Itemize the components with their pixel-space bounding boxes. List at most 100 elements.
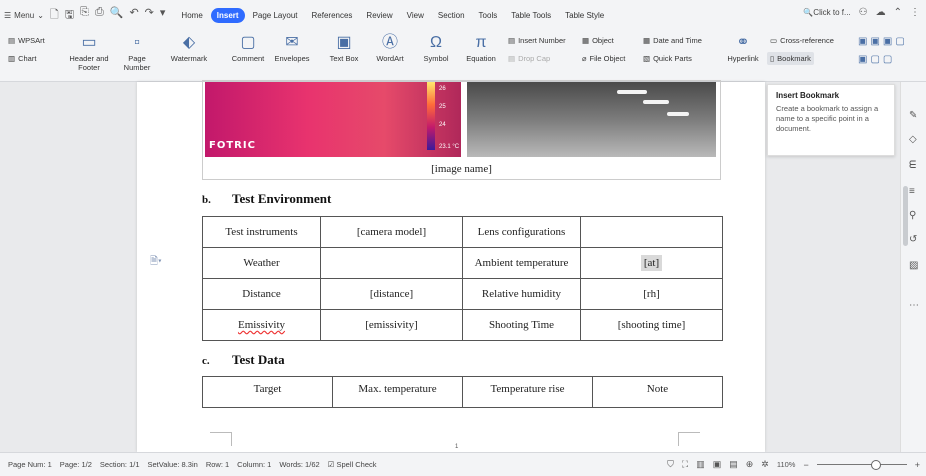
zoom-level[interactable]: 110% — [777, 460, 796, 469]
print-icon[interactable]: ⎙ — [95, 6, 104, 25]
table-cell[interactable] — [580, 216, 723, 248]
envelopes-button[interactable]: ✉ Envelopes — [270, 32, 314, 63]
section-c-title: Test Data — [232, 352, 285, 367]
shape-icon[interactable]: ◇ — [909, 134, 917, 145]
status-row[interactable]: Row: 1 — [206, 460, 229, 469]
cross-reference-button[interactable]: ▭ Cross-reference — [770, 36, 834, 45]
menu-button[interactable]: ☰ Menu ⌄ — [4, 11, 44, 20]
equation-button[interactable]: π Equation — [460, 32, 502, 63]
tab-page-layout[interactable]: Page Layout — [247, 8, 304, 23]
watermark-button[interactable]: ⬖ Watermark — [162, 32, 216, 63]
table-header-cell[interactable]: Note — [592, 376, 723, 408]
table-cell[interactable]: [camera model] — [320, 216, 463, 248]
pen-icon[interactable]: ✎ — [909, 110, 917, 121]
table-header-cell[interactable]: Target — [202, 376, 333, 408]
zoom-slider[interactable] — [816, 460, 907, 470]
more-icon[interactable]: ⋯ — [909, 300, 919, 311]
extra-tools-row-2[interactable]: ▣ ▢ ▢ — [858, 54, 892, 65]
history-icon[interactable]: ↺ — [909, 234, 917, 245]
table-cell[interactable]: Lens configurations — [462, 216, 581, 248]
save-icon[interactable]: 🖫 — [65, 6, 74, 25]
format-painter-icon[interactable]: ⎘ — [80, 6, 89, 25]
protect-icon[interactable]: ⛉ — [667, 459, 674, 470]
page-number-button[interactable]: ▫ Page Number — [118, 32, 156, 72]
cloud-icon[interactable]: ☁ — [876, 7, 886, 18]
table-cell[interactable]: Relative humidity — [462, 278, 581, 310]
search-box[interactable]: 🔍Click to f... — [803, 8, 850, 17]
file-object-button[interactable]: ⌀ File Object — [582, 54, 625, 63]
table-cell[interactable]: [emissivity] — [320, 309, 463, 341]
collapse-ribbon-icon[interactable]: ⌃ — [894, 7, 902, 18]
table-cell[interactable]: Ambient temperature — [462, 247, 581, 279]
customize-dropdown-icon[interactable]: ▾ — [160, 6, 166, 25]
tab-home[interactable]: Home — [175, 8, 208, 23]
read-mode-icon[interactable]: ▥ — [696, 459, 705, 470]
hyperlink-button[interactable]: ⚭ Hyperlink — [724, 32, 762, 63]
focus-mode-icon[interactable]: ⛶ — [682, 459, 688, 470]
share-icon[interactable]: ⚇ — [859, 7, 868, 18]
new-document-icon[interactable]: 🗋 — [50, 6, 59, 25]
status-words[interactable]: Words: 1/62 — [279, 460, 319, 469]
table-cell[interactable]: Shooting Time — [462, 309, 581, 341]
wordart-button[interactable]: Ⓐ WordArt — [368, 32, 412, 63]
object-button[interactable]: ▦ Object — [582, 36, 614, 45]
undo-icon[interactable]: ↶ — [129, 6, 138, 25]
date-time-button[interactable]: ▦ Date and Time — [643, 36, 702, 45]
status-page[interactable]: Page: 1/2 — [60, 460, 92, 469]
table-header-cell[interactable]: Max. temperature — [332, 376, 463, 408]
page-view-icon[interactable]: ▣ — [713, 459, 722, 470]
print-preview-icon[interactable]: 🔍 — [110, 6, 124, 25]
table-header-cell[interactable]: Temperature rise — [462, 376, 593, 408]
spell-check-button[interactable]: ☑ Spell Check — [328, 460, 377, 469]
extra-tools-row-1[interactable]: ▣ ▣ ▣ ▢ — [858, 36, 905, 47]
table-cell[interactable]: Test instruments — [202, 216, 321, 248]
eye-care-icon[interactable]: ✲ — [761, 459, 769, 470]
tab-references[interactable]: References — [306, 8, 359, 23]
header-footer-button[interactable]: ▭ Header and Footer — [66, 32, 112, 72]
tab-section[interactable]: Section — [432, 8, 471, 23]
wpsart-button[interactable]: ▤ WPSArt — [8, 36, 45, 45]
status-setvalue[interactable]: SetValue: 8.3in — [148, 460, 198, 469]
tab-table-style[interactable]: Table Style — [559, 8, 610, 23]
tab-review[interactable]: Review — [360, 8, 398, 23]
web-view-icon[interactable]: ⊕ — [746, 459, 754, 470]
more-icon[interactable]: ⋮ — [910, 7, 920, 18]
image-icon[interactable]: ▨ — [909, 260, 918, 271]
insert-number-button[interactable]: ▤ Insert Number — [508, 36, 566, 45]
style-icon[interactable]: ᗴ — [909, 160, 916, 171]
table-cell[interactable]: [distance] — [320, 278, 463, 310]
table-cell[interactable]: Emissivity — [202, 309, 321, 341]
quick-parts-button[interactable]: ▧ Quick Parts — [643, 54, 692, 63]
outline-view-icon[interactable]: ▤ — [729, 459, 738, 470]
tab-view[interactable]: View — [401, 8, 430, 23]
table-cell[interactable] — [320, 247, 463, 279]
paragraph-marker-icon[interactable]: 🗎▾ — [150, 254, 162, 271]
chevron-down-icon: ⌄ — [37, 10, 44, 20]
status-section[interactable]: Section: 1/1 — [100, 460, 140, 469]
tab-insert[interactable]: Insert — [210, 7, 245, 23]
thermal-image[interactable]: FOTRIC 26 25 24 23.1 °C — [205, 82, 461, 157]
status-column[interactable]: Column: 1 — [237, 460, 271, 469]
chart-button[interactable]: ▥ Chart — [8, 54, 36, 63]
table-cell[interactable]: [rh] — [580, 278, 723, 310]
symbol-button[interactable]: Ω Symbol — [414, 32, 458, 63]
tab-table-tools[interactable]: Table Tools — [505, 8, 557, 23]
filter-icon[interactable]: ⚲ — [909, 210, 916, 221]
table-cell[interactable]: [shooting time] — [580, 309, 723, 341]
at-field[interactable]: [at] — [640, 255, 663, 271]
text-box-button[interactable]: ▣ Text Box — [322, 32, 366, 63]
zoom-out-icon[interactable]: − — [803, 460, 808, 470]
table-cell[interactable]: [at] — [580, 247, 723, 279]
list-icon[interactable]: ≡ — [909, 186, 915, 197]
redo-icon[interactable]: ↷ — [145, 6, 154, 25]
tab-tools[interactable]: Tools — [473, 8, 504, 23]
zoom-in-icon[interactable]: + — [915, 460, 920, 470]
vertical-scrollbar[interactable] — [903, 186, 908, 246]
drop-cap-button[interactable]: ▤ Drop Cap — [508, 54, 550, 63]
comment-button[interactable]: ▢ Comment — [226, 32, 270, 63]
status-page-num[interactable]: Page Num: 1 — [8, 460, 52, 469]
visible-light-photo[interactable] — [467, 82, 716, 157]
table-cell[interactable]: Distance — [202, 278, 321, 310]
bookmark-button[interactable]: ▯ Bookmark — [767, 52, 814, 65]
table-cell[interactable]: Weather — [202, 247, 321, 279]
